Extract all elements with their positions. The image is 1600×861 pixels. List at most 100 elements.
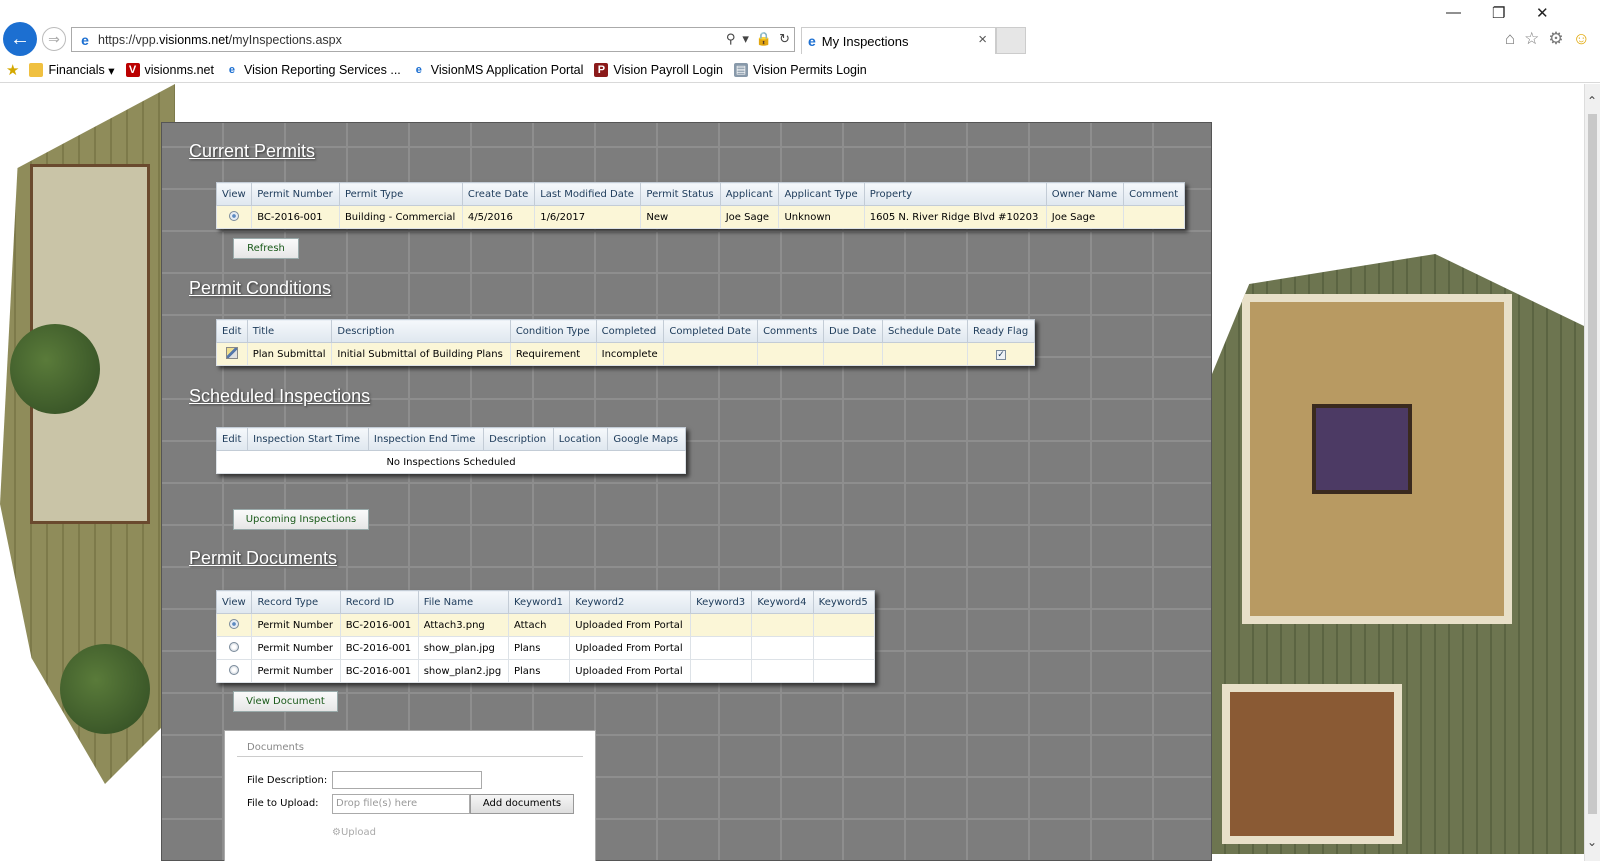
column-header[interactable]: Create Date bbox=[461, 182, 536, 206]
favorite-financials[interactable]: Financials ▾ bbox=[29, 63, 115, 78]
new-tab-button[interactable] bbox=[996, 27, 1026, 54]
column-header[interactable]: Ready Flag bbox=[966, 319, 1036, 343]
drop-files-area[interactable]: Drop file(s) here bbox=[332, 794, 470, 814]
column-header[interactable]: Keyword4 bbox=[751, 590, 814, 614]
column-header[interactable]: Permit Type bbox=[338, 182, 463, 206]
dropdown-icon[interactable]: ▾ bbox=[742, 31, 749, 47]
ie-logo-icon: e bbox=[81, 31, 89, 48]
view-radio[interactable] bbox=[229, 641, 240, 652]
column-header[interactable]: File Name bbox=[417, 590, 509, 614]
column-header[interactable]: Completed Date bbox=[663, 319, 759, 343]
column-header[interactable]: Edit bbox=[216, 319, 248, 343]
column-header[interactable]: Applicant Type bbox=[778, 182, 865, 206]
chevron-down-icon: ▾ bbox=[108, 63, 115, 78]
permit-conditions-title: Permit Conditions bbox=[189, 278, 332, 298]
scroll-down-arrow-icon[interactable]: ⌄ bbox=[1587, 835, 1597, 849]
column-header[interactable]: Description bbox=[331, 319, 511, 343]
search-icon[interactable]: ⚲ bbox=[726, 31, 736, 47]
column-header[interactable]: View bbox=[215, 590, 253, 614]
column-header[interactable]: Keyword5 bbox=[812, 590, 876, 614]
file-description-label: File Description: bbox=[247, 775, 328, 786]
column-header[interactable]: Title bbox=[246, 319, 333, 343]
refresh-button[interactable]: Refresh bbox=[233, 238, 299, 259]
column-header[interactable]: Applicant bbox=[719, 182, 780, 206]
vision-logo-icon: V bbox=[125, 63, 140, 77]
column-header[interactable]: Comments bbox=[757, 319, 825, 343]
add-documents-button[interactable]: Add documents bbox=[470, 794, 574, 814]
favorite-visionms[interactable]: Vvisionms.net bbox=[125, 63, 214, 77]
ie-logo-icon: e bbox=[808, 33, 816, 49]
column-header[interactable]: Completed bbox=[595, 319, 665, 343]
column-header[interactable]: Inspection Start Time bbox=[247, 427, 369, 451]
view-radio[interactable] bbox=[229, 210, 240, 221]
column-header[interactable]: Schedule Date bbox=[881, 319, 968, 343]
edit-pencil-icon[interactable] bbox=[225, 346, 238, 359]
refresh-icon[interactable]: ↻ bbox=[779, 31, 790, 47]
column-header[interactable]: Record ID bbox=[339, 590, 419, 614]
empty-row: No Inspections Scheduled bbox=[216, 450, 686, 474]
column-header[interactable]: Keyword1 bbox=[507, 590, 571, 614]
scrollbar-thumb[interactable] bbox=[1588, 114, 1597, 814]
column-header[interactable]: Property bbox=[863, 182, 1047, 206]
url-text: https://vpp.visionms.net/myInspections.a… bbox=[98, 32, 342, 47]
column-header[interactable]: Record Type bbox=[251, 590, 341, 614]
forward-arrow-icon[interactable]: ⇒ bbox=[42, 27, 66, 51]
column-header[interactable]: Edit bbox=[215, 427, 249, 451]
minimize-icon[interactable]: — bbox=[1446, 4, 1461, 21]
column-header[interactable]: Permit Status bbox=[640, 182, 721, 206]
view-document-button[interactable]: View Document bbox=[233, 691, 338, 712]
payroll-logo-icon: P bbox=[594, 63, 609, 77]
main-panel: Current Permits View Permit Number Permi… bbox=[161, 122, 1212, 861]
lock-icon[interactable]: 🔒 bbox=[756, 31, 772, 47]
file-description-input[interactable] bbox=[332, 771, 482, 789]
add-favorites-star-icon[interactable]: ★ bbox=[6, 61, 19, 79]
column-header[interactable]: Owner Name bbox=[1045, 182, 1125, 206]
documents-upload-panel: Documents File Description: File to Uplo… bbox=[224, 730, 596, 861]
column-header[interactable]: Keyword3 bbox=[690, 590, 753, 614]
feedback-smiley-icon[interactable]: ☺ bbox=[1573, 29, 1590, 49]
table-row[interactable]: Permit Number BC-2016-001 Attach3.png At… bbox=[215, 613, 876, 637]
column-header[interactable]: Due Date bbox=[823, 319, 883, 343]
favorites-star-icon[interactable]: ☆ bbox=[1524, 29, 1539, 49]
scheduled-inspections-title: Scheduled Inspections bbox=[189, 386, 371, 406]
upload-button[interactable]: ⚙Upload bbox=[332, 827, 376, 838]
favorite-permits-login[interactable]: ▤ Vision Permits Login bbox=[733, 63, 867, 77]
back-arrow-icon[interactable]: ← bbox=[3, 22, 37, 56]
column-header[interactable]: Description bbox=[483, 427, 554, 451]
table-row[interactable]: Permit Number BC-2016-001 show_plan.jpg … bbox=[215, 636, 876, 660]
table-row[interactable]: Plan Submittal Initial Submittal of Buil… bbox=[216, 342, 1036, 366]
column-header[interactable]: View bbox=[215, 182, 253, 206]
ie-page-icon: e bbox=[415, 64, 422, 76]
no-inspections-text: No Inspections Scheduled bbox=[216, 450, 686, 474]
upload-icon: ⚙ bbox=[332, 827, 341, 838]
background-house-image-left bbox=[0, 84, 175, 784]
column-header[interactable]: Google Maps bbox=[607, 427, 686, 451]
address-bar[interactable]: e https://vpp.visionms.net/myInspections… bbox=[71, 27, 795, 52]
column-header[interactable]: Comment bbox=[1123, 182, 1185, 206]
table-row[interactable]: BC-2016-001 Building - Commercial 4/5/20… bbox=[215, 205, 1185, 229]
view-radio[interactable] bbox=[229, 664, 240, 675]
ready-flag-checkbox[interactable]: ✓ bbox=[995, 349, 1006, 360]
column-header[interactable]: Last Modified Date bbox=[534, 182, 642, 206]
view-radio[interactable] bbox=[229, 618, 240, 629]
vertical-scrollbar[interactable]: ⌃ ⌄ bbox=[1584, 84, 1600, 861]
favorite-application-portal[interactable]: e VisionMS Application Portal bbox=[412, 63, 584, 77]
favorite-payroll-login[interactable]: P Vision Payroll Login bbox=[594, 63, 723, 77]
scroll-up-arrow-icon[interactable]: ⌃ bbox=[1587, 94, 1597, 108]
column-header[interactable]: Location bbox=[552, 427, 609, 451]
close-window-icon[interactable]: ✕ bbox=[1536, 4, 1549, 22]
column-header[interactable]: Permit Number bbox=[251, 182, 340, 206]
restore-icon[interactable]: ❐ bbox=[1492, 4, 1505, 22]
tab-my-inspections[interactable]: e My Inspections × bbox=[801, 27, 996, 54]
upcoming-inspections-button[interactable]: Upcoming Inspections bbox=[233, 509, 369, 530]
table-row[interactable]: Permit Number BC-2016-001 show_plan2.jpg… bbox=[215, 659, 876, 683]
settings-gear-icon[interactable]: ⚙ bbox=[1548, 29, 1563, 49]
favorite-reporting-services[interactable]: e Vision Reporting Services ... bbox=[225, 63, 401, 77]
page-content: Current Permits View Permit Number Permi… bbox=[0, 84, 1584, 861]
column-header[interactable]: Condition Type bbox=[509, 319, 597, 343]
column-header[interactable]: Inspection End Time bbox=[367, 427, 485, 451]
table-header-row: Edit Inspection Start Time Inspection En… bbox=[215, 427, 686, 451]
home-icon[interactable]: ⌂ bbox=[1505, 29, 1515, 49]
close-tab-icon[interactable]: × bbox=[978, 31, 987, 48]
column-header[interactable]: Keyword2 bbox=[569, 590, 692, 614]
